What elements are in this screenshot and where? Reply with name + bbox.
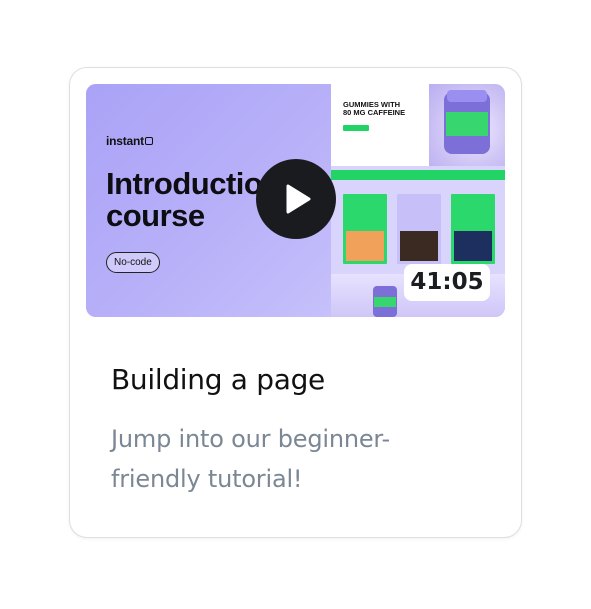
- mockup-card: [451, 194, 495, 264]
- brand-logo: instant: [106, 134, 153, 148]
- mockup-card-image: [400, 231, 438, 261]
- thumbnail-title: Introduction course: [106, 168, 281, 232]
- mockup-headline-line2: 80 MG CAFFEINE: [343, 108, 406, 117]
- mockup-card-image: [454, 231, 492, 261]
- mockup-headline: GUMMIES WITH 80 MG CAFFEINE: [343, 101, 418, 117]
- gummy-jar-icon: [444, 90, 490, 154]
- video-duration: 41:05: [404, 264, 490, 301]
- mockup-card: [397, 194, 441, 264]
- play-button[interactable]: [256, 159, 336, 239]
- play-icon: [286, 184, 311, 214]
- mockup-card: [343, 194, 387, 264]
- mockup-cta: [343, 125, 369, 131]
- card-description: Jump into our beginner-friendly tutorial…: [111, 425, 391, 493]
- course-card[interactable]: instant Introduction course No-code GUMM…: [69, 67, 522, 538]
- mockup-feature-cards: [343, 194, 495, 264]
- thumbnail-title-line2: course: [106, 198, 205, 233]
- thumbnail-title-line1: Introduction: [106, 166, 281, 201]
- video-thumbnail[interactable]: instant Introduction course No-code GUMM…: [86, 84, 505, 317]
- mockup-card-image: [346, 231, 384, 261]
- gummy-jar-icon: [373, 286, 397, 317]
- card-title: Building a page: [111, 363, 325, 396]
- no-code-badge: No-code: [106, 252, 160, 273]
- mockup-logo-strip: [331, 170, 505, 180]
- bolt-icon: [144, 137, 153, 145]
- product-image: [429, 84, 505, 166]
- mockup-hero: GUMMIES WITH 80 MG CAFFEINE: [331, 84, 505, 166]
- brand-logo-text: instant: [106, 134, 144, 148]
